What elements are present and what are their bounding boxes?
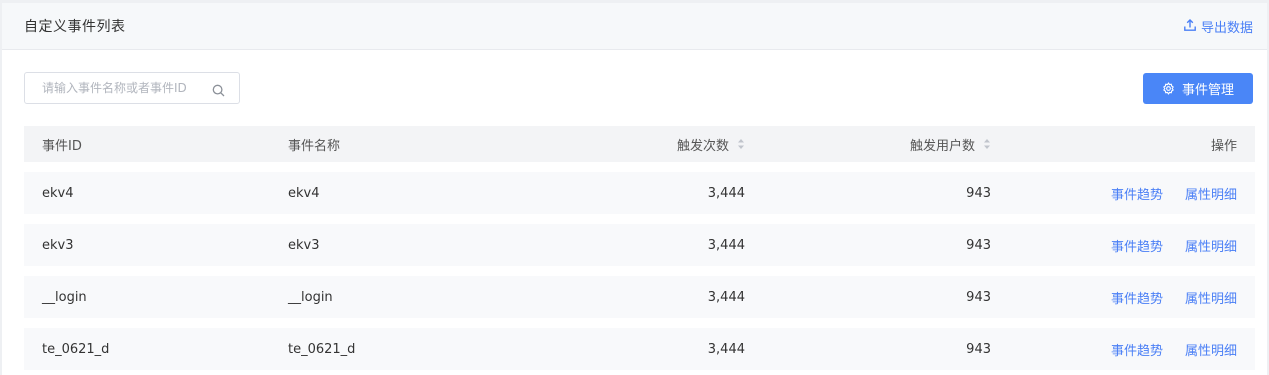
table-row: te_0621_d te_0621_d 3,444 943 事件趋势 属性明细 bbox=[24, 328, 1255, 370]
export-data-link[interactable]: 导出数据 bbox=[1183, 17, 1253, 36]
cell-trigger-users: 943 bbox=[966, 341, 991, 357]
upload-icon bbox=[1183, 18, 1197, 36]
event-trend-link[interactable]: 事件趋势 bbox=[1111, 340, 1163, 359]
event-table: 事件ID 事件名称 触发次数 触发用户数 操作 ekv4 ekv4 3,444 … bbox=[24, 126, 1255, 370]
event-manage-label: 事件管理 bbox=[1181, 83, 1234, 98]
cell-event-id: __login bbox=[42, 289, 87, 305]
event-trend-link[interactable]: 事件趋势 bbox=[1111, 236, 1163, 255]
property-detail-link[interactable]: 属性明细 bbox=[1185, 288, 1237, 307]
cell-event-id: ekv4 bbox=[42, 185, 74, 201]
event-list-card: 自定义事件列表 导出数据 请输入事件名称或者事件ID 事件管理 事件ID 事件名… bbox=[0, 0, 1269, 375]
column-header-ops: 操作 bbox=[1210, 138, 1237, 154]
property-detail-link[interactable]: 属性明细 bbox=[1185, 340, 1237, 359]
table-row: ekv4 ekv4 3,444 943 事件趋势 属性明细 bbox=[24, 172, 1255, 214]
cell-ops: 事件趋势 属性明细 bbox=[1111, 328, 1237, 370]
property-detail-link[interactable]: 属性明细 bbox=[1185, 184, 1237, 203]
export-data-label: 导出数据 bbox=[1200, 21, 1253, 36]
cell-trigger-users: 943 bbox=[966, 237, 991, 253]
cell-ops: 事件趋势 属性明细 bbox=[1111, 224, 1237, 266]
cell-trigger-users: 943 bbox=[966, 185, 991, 201]
cell-event-name: ekv3 bbox=[288, 237, 320, 253]
table-row: __login __login 3,444 943 事件趋势 属性明细 bbox=[24, 276, 1255, 318]
column-header-count-label: 触发次数 bbox=[676, 138, 729, 154]
cell-trigger-count: 3,444 bbox=[707, 185, 745, 201]
column-header-users-label: 触发用户数 bbox=[909, 138, 975, 154]
cell-trigger-count: 3,444 bbox=[707, 237, 745, 253]
cell-event-name: te_0621_d bbox=[288, 341, 356, 357]
event-trend-link[interactable]: 事件趋势 bbox=[1111, 288, 1163, 307]
table-row: ekv3 ekv3 3,444 943 事件趋势 属性明细 bbox=[24, 224, 1255, 266]
cell-event-name: __login bbox=[288, 289, 333, 305]
column-header-users[interactable]: 触发用户数 bbox=[910, 126, 991, 162]
cell-trigger-users: 943 bbox=[966, 289, 991, 305]
property-detail-link[interactable]: 属性明细 bbox=[1185, 236, 1237, 255]
sort-icon[interactable] bbox=[737, 138, 745, 150]
cell-ops: 事件趋势 属性明细 bbox=[1111, 276, 1237, 318]
column-header-id: 事件ID bbox=[42, 138, 82, 154]
cell-event-id: ekv3 bbox=[42, 237, 74, 253]
column-header-name: 事件名称 bbox=[288, 138, 341, 154]
search-icon[interactable] bbox=[212, 82, 225, 97]
column-header-count[interactable]: 触发次数 bbox=[677, 126, 745, 162]
cell-trigger-count: 3,444 bbox=[707, 289, 745, 305]
gear-icon bbox=[1162, 82, 1175, 95]
cell-event-name: ekv4 bbox=[288, 185, 320, 201]
cell-ops: 事件趋势 属性明细 bbox=[1111, 172, 1237, 214]
event-trend-link[interactable]: 事件趋势 bbox=[1111, 184, 1163, 203]
sort-icon[interactable] bbox=[983, 138, 991, 150]
search-input[interactable] bbox=[25, 73, 205, 103]
cell-trigger-count: 3,444 bbox=[707, 341, 745, 357]
page-title: 自定义事件列表 bbox=[24, 19, 126, 35]
event-manage-button[interactable]: 事件管理 bbox=[1143, 73, 1253, 104]
table-header: 事件ID 事件名称 触发次数 触发用户数 操作 bbox=[24, 126, 1255, 162]
cell-event-id: te_0621_d bbox=[42, 341, 110, 357]
card-header: 自定义事件列表 导出数据 bbox=[2, 3, 1267, 50]
search-box bbox=[24, 72, 240, 104]
